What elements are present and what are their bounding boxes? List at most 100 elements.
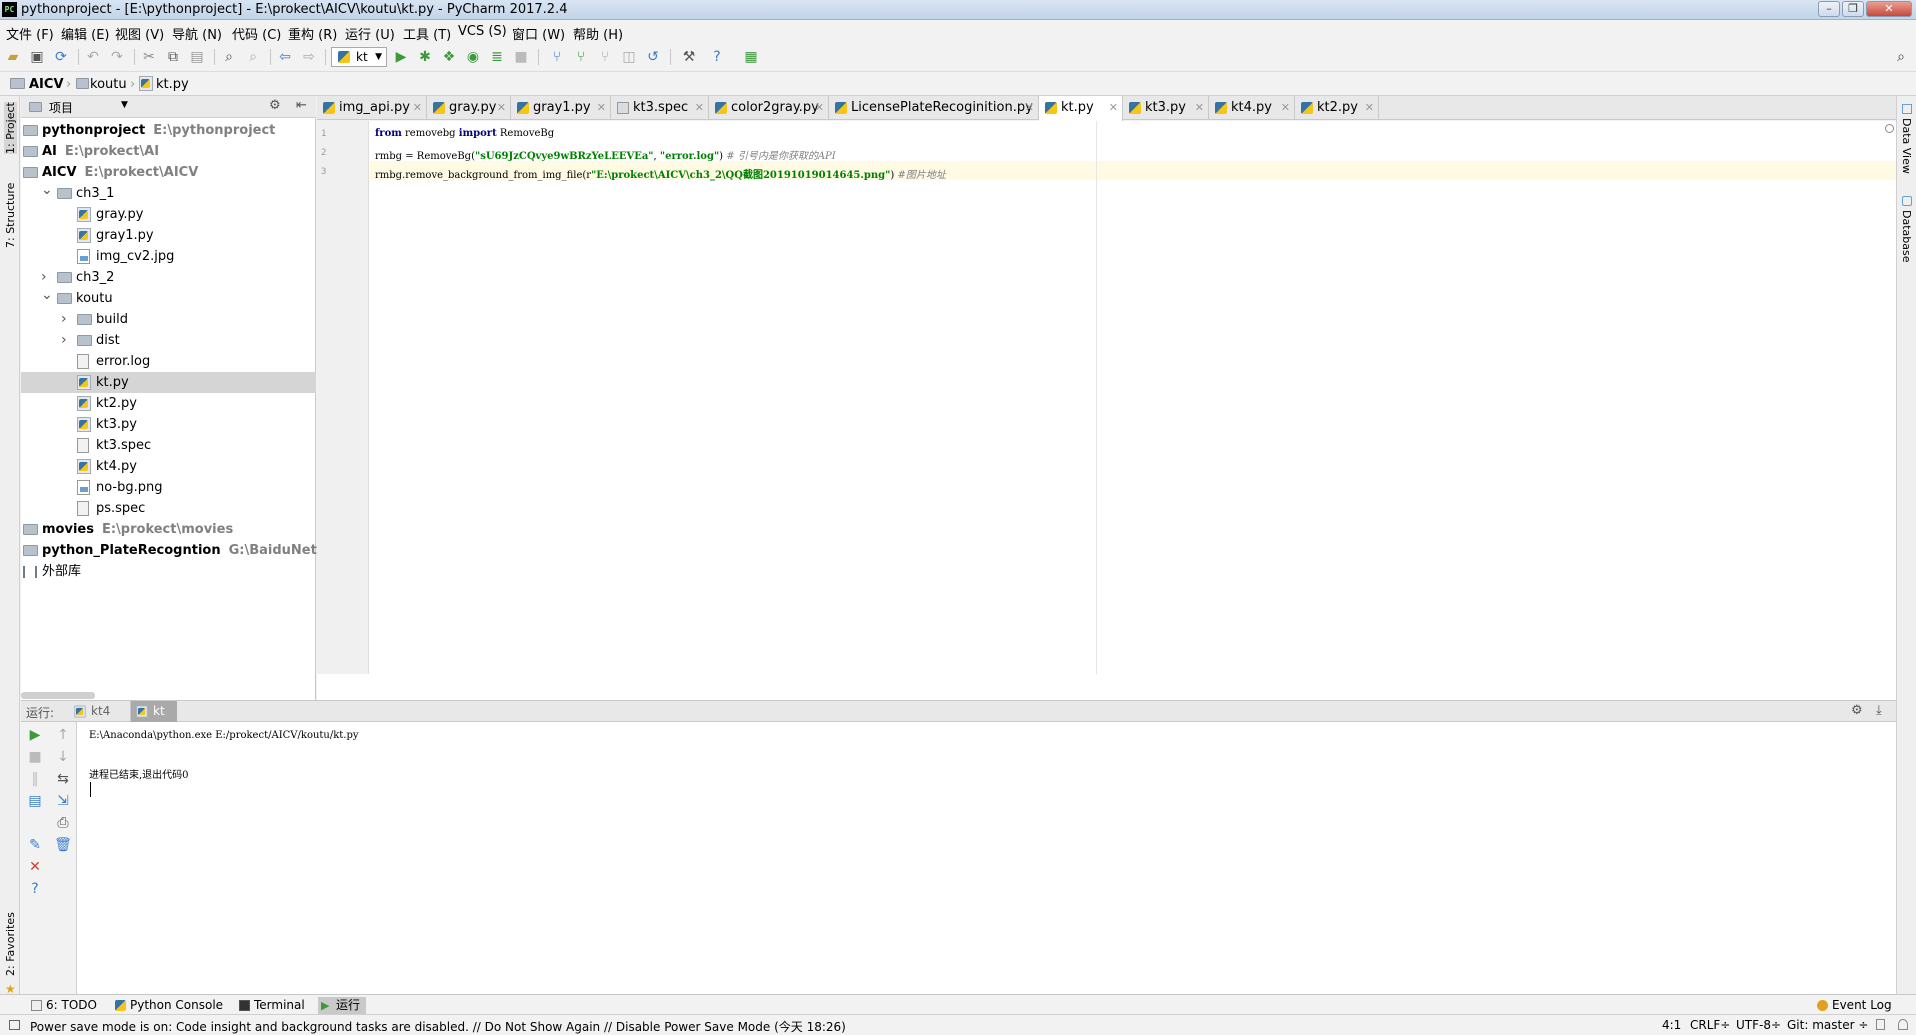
gear-icon[interactable]: ⚙ (269, 98, 281, 113)
chevron-right-icon[interactable]: › (41, 267, 53, 288)
tree-item[interactable]: gray.py (21, 204, 316, 225)
project-scrollbar[interactable] (21, 692, 95, 699)
breadcrumb-kt-py[interactable]: kt.py (156, 77, 189, 92)
close-tab-icon[interactable]: ✕ (497, 96, 506, 120)
open-folder-icon[interactable]: ▰ (4, 48, 22, 66)
help-icon[interactable]: ? (26, 880, 44, 898)
inspector-icon[interactable] (1898, 1019, 1908, 1030)
data-view-tool-button[interactable]: Data View (1900, 118, 1913, 174)
menu-view[interactable]: 视图 (V) (115, 24, 164, 43)
tree-item[interactable]: pythonproject E:\pythonproject (21, 120, 316, 141)
menu-tools[interactable]: 工具 (T) (403, 24, 451, 43)
status-message[interactable]: Power save mode is on: Code insight and … (30, 1018, 846, 1035)
editor-tab[interactable]: gray1.py ✕ (511, 96, 611, 120)
tree-item[interactable]: ⌄ koutu (21, 288, 316, 309)
tree-item[interactable]: no-bg.png (21, 477, 316, 498)
replace-icon[interactable]: ⌕ (244, 48, 262, 66)
tree-item[interactable]: error.log (21, 351, 316, 372)
tree-item[interactable]: gray1.py (21, 225, 316, 246)
scroll-to-end-icon[interactable]: ⇲ (54, 792, 72, 810)
menu-file[interactable]: 文件 (F) (6, 24, 54, 43)
python-console-icon[interactable]: ▦ (742, 48, 760, 66)
save-all-icon[interactable]: ▣ (28, 48, 46, 66)
menu-refactor[interactable]: 重构 (R) (288, 24, 337, 43)
close-tab-icon[interactable]: ✕ (413, 96, 422, 120)
lock-icon[interactable] (1876, 1019, 1885, 1030)
tree-item[interactable]: kt.py (21, 372, 316, 393)
database-tool-button[interactable]: Database (1900, 210, 1913, 263)
terminal-tab[interactable]: Terminal (236, 997, 305, 1014)
restore-layout-icon[interactable]: ▤ (26, 792, 44, 810)
chevron-right-icon[interactable]: › (61, 309, 73, 330)
sync-icon[interactable]: ⟳ (52, 48, 70, 66)
find-icon[interactable]: ⌕ (220, 48, 238, 66)
favorites-tool-button[interactable]: 2: Favorites (4, 912, 17, 976)
tree-item[interactable]: › build (21, 309, 316, 330)
vcs-history-icon[interactable]: ◫ (620, 48, 638, 66)
tree-item[interactable]: AI E:\prokect\AI (21, 141, 316, 162)
forward-icon[interactable]: ⇨ (300, 48, 318, 66)
menu-code[interactable]: 代码 (C) (232, 24, 281, 43)
chevron-down-icon[interactable]: ⌄ (41, 183, 53, 197)
run-configuration-select[interactable]: kt ▼ (331, 47, 387, 67)
tool-windows-toggle-icon[interactable] (9, 1020, 20, 1030)
soft-wrap-icon[interactable]: ⇆ (54, 770, 72, 788)
pause-icon[interactable]: ‖ (26, 770, 44, 788)
tree-item[interactable]: AICV E:\prokect\AICV (21, 162, 316, 183)
file-encoding[interactable]: UTF-8÷ (1736, 1018, 1781, 1032)
scroll-up-icon[interactable]: ↑ (54, 726, 72, 744)
editor-tab[interactable]: kt.py ✕ (1039, 96, 1123, 121)
close-tab-icon[interactable]: ✕ (597, 96, 606, 120)
breadcrumb-koutu[interactable]: koutu (90, 77, 127, 92)
menu-run[interactable]: 运行 (U) (345, 24, 395, 43)
close-tab-icon[interactable]: ✕ (1025, 96, 1034, 120)
tree-item[interactable]: › dist (21, 330, 316, 351)
chevron-right-icon[interactable]: › (61, 330, 73, 351)
editor-tab[interactable]: img_api.py ✕ (317, 96, 427, 120)
minimize-button[interactable]: – (1818, 1, 1840, 17)
tree-item[interactable]: 外部库 (21, 561, 316, 582)
print-icon[interactable]: ⎙ (54, 814, 72, 832)
editor-tab[interactable]: kt3.py ✕ (1123, 96, 1209, 120)
menu-vcs[interactable]: VCS (S) (458, 24, 507, 39)
close-icon[interactable]: ✕ (26, 858, 44, 876)
vcs-commit-icon[interactable]: ⑂ (572, 48, 590, 66)
editor-tab[interactable]: color2gray.py ✕ (709, 96, 829, 120)
close-tab-icon[interactable]: ✕ (1109, 96, 1118, 120)
menu-edit[interactable]: 编辑 (E) (61, 24, 110, 43)
menu-help[interactable]: 帮助 (H) (573, 24, 623, 43)
profile-icon[interactable]: ◉ (464, 48, 482, 66)
tree-item[interactable]: python_PlateRecogntion G:\BaiduNetdiskDov (21, 540, 375, 561)
tree-item[interactable]: kt4.py (21, 456, 316, 477)
hide-panel-icon[interactable]: ⤓ (1876, 703, 1882, 718)
tree-item[interactable]: ps.spec (21, 498, 316, 519)
event-log-tab[interactable]: Event Log (1814, 997, 1894, 1014)
editor-tab[interactable]: gray.py ✕ (427, 96, 511, 120)
chevron-down-icon[interactable]: ⌄ (41, 288, 53, 302)
tree-item[interactable]: img_cv2.jpg (21, 246, 316, 267)
debug-icon[interactable]: ✱ (416, 48, 434, 66)
concurrency-icon[interactable]: ≣ (488, 48, 506, 66)
tree-item[interactable]: › ch3_2 (21, 267, 316, 288)
maximize-button[interactable]: ❐ (1842, 1, 1864, 17)
close-tab-icon[interactable]: ✕ (1195, 96, 1204, 120)
vcs-update-icon[interactable]: ⑂ (548, 48, 566, 66)
tree-item[interactable]: kt3.spec (21, 435, 316, 456)
settings-wrench-icon[interactable]: ⚒ (680, 48, 698, 66)
code-editor[interactable]: 1 2 3 from removebg import RemoveBg rmbg = … (317, 121, 1896, 674)
chevron-down-icon[interactable]: ▼ (121, 100, 128, 110)
run-tab-kt[interactable]: kt (131, 701, 177, 722)
tree-item[interactable]: kt3.py (21, 414, 316, 435)
menu-window[interactable]: 窗口 (W) (512, 24, 565, 43)
tree-item[interactable]: kt2.py (21, 393, 316, 414)
run-tab-kt4[interactable]: kt4 (69, 701, 131, 722)
python-console-tab[interactable]: Python Console (112, 997, 223, 1014)
close-tab-icon[interactable]: ✕ (695, 96, 704, 120)
caret-position[interactable]: 4:1 (1662, 1018, 1681, 1032)
gear-icon[interactable]: ⚙ (1851, 703, 1863, 718)
tree-item[interactable]: ⌄ ch3_1 (21, 183, 316, 204)
editor-tab[interactable]: kt2.py ✕ (1295, 96, 1379, 120)
scroll-down-icon[interactable]: ↓ (54, 748, 72, 766)
undo-icon[interactable]: ↶ (84, 48, 102, 66)
line-separator[interactable]: CRLF÷ (1690, 1018, 1730, 1032)
